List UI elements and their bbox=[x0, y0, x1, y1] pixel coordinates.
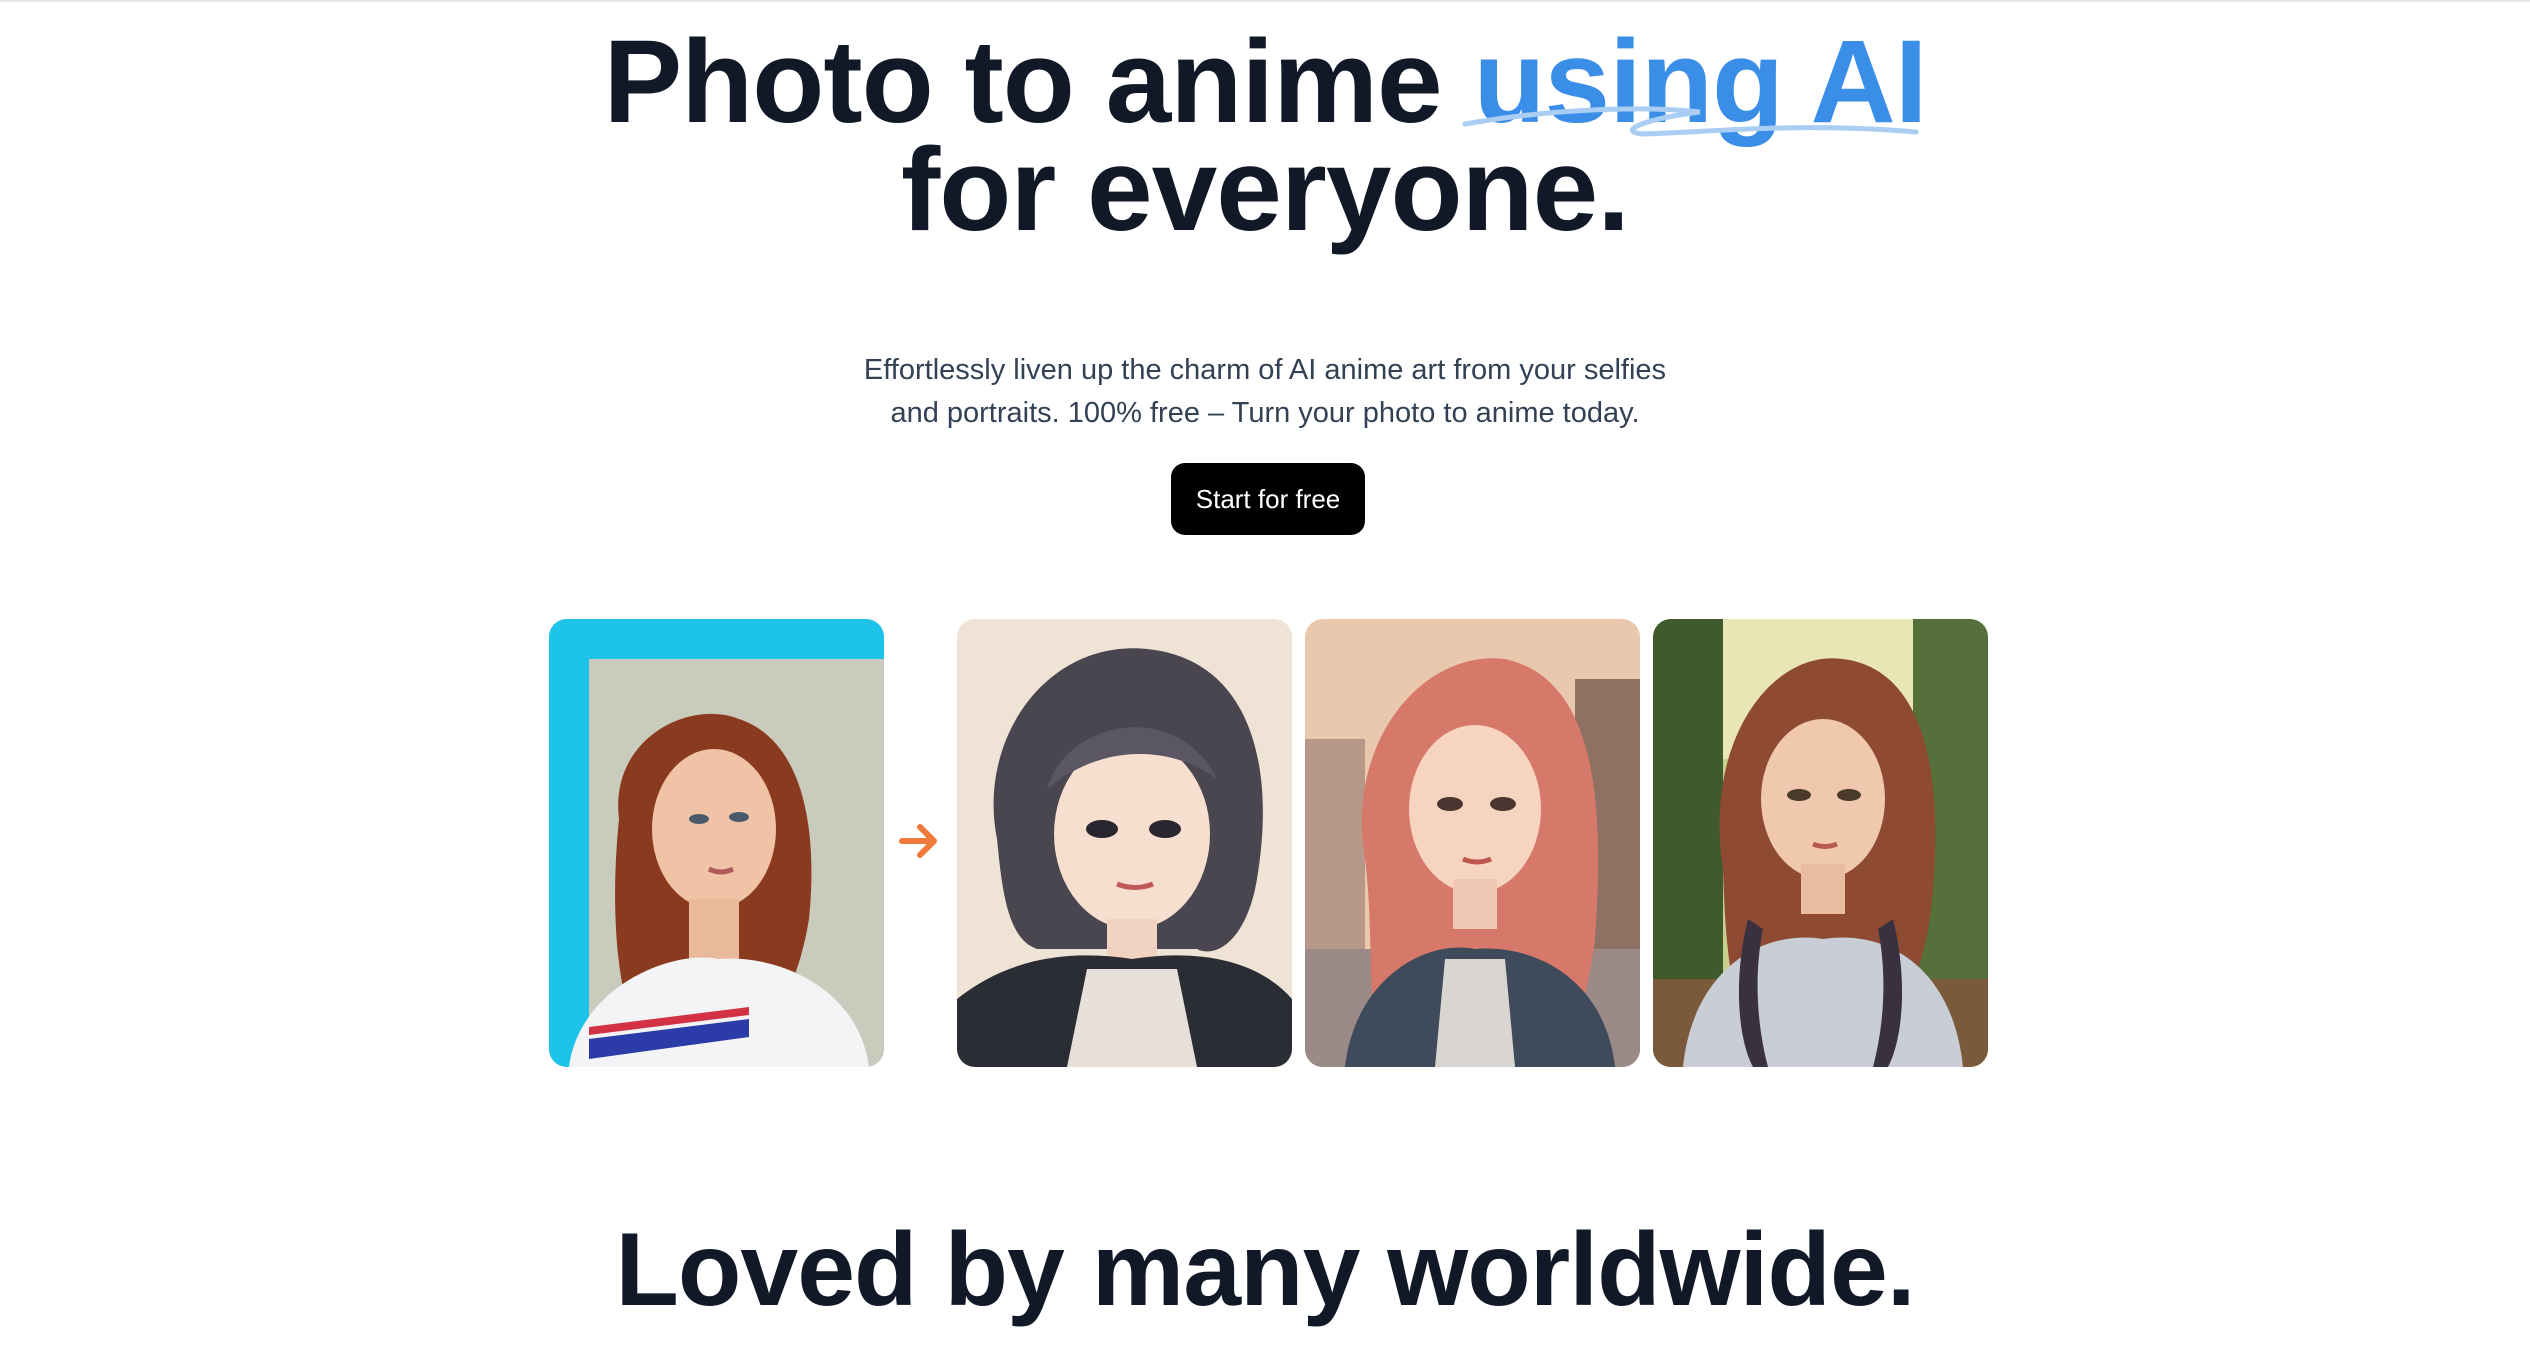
hero-subtitle-line1: Effortlessly liven up the charm of AI an… bbox=[863, 354, 1667, 386]
hero-subtitle: Effortlessly liven up the charm of AI an… bbox=[765, 349, 1765, 435]
hero-title-line2: for everyone. bbox=[900, 124, 1630, 256]
anime-result-1 bbox=[957, 619, 1292, 1067]
hero-subtitle-line2: and portraits. 100% free – Turn your pho… bbox=[890, 397, 1640, 429]
anime-result-3 bbox=[1653, 619, 1988, 1067]
original-photo bbox=[549, 619, 884, 1067]
start-for-free-button[interactable]: Start for free bbox=[1171, 463, 1365, 535]
hero-title-line1: Photo to anime using AI bbox=[0, 23, 2530, 141]
section-title: Loved by many worldwide. bbox=[615, 1212, 1915, 1328]
anime-result-2 bbox=[1305, 619, 1640, 1067]
top-divider bbox=[0, 0, 2530, 2]
arrow-right-icon bbox=[899, 824, 937, 858]
hero-title-accent: using AI bbox=[1462, 23, 1928, 141]
